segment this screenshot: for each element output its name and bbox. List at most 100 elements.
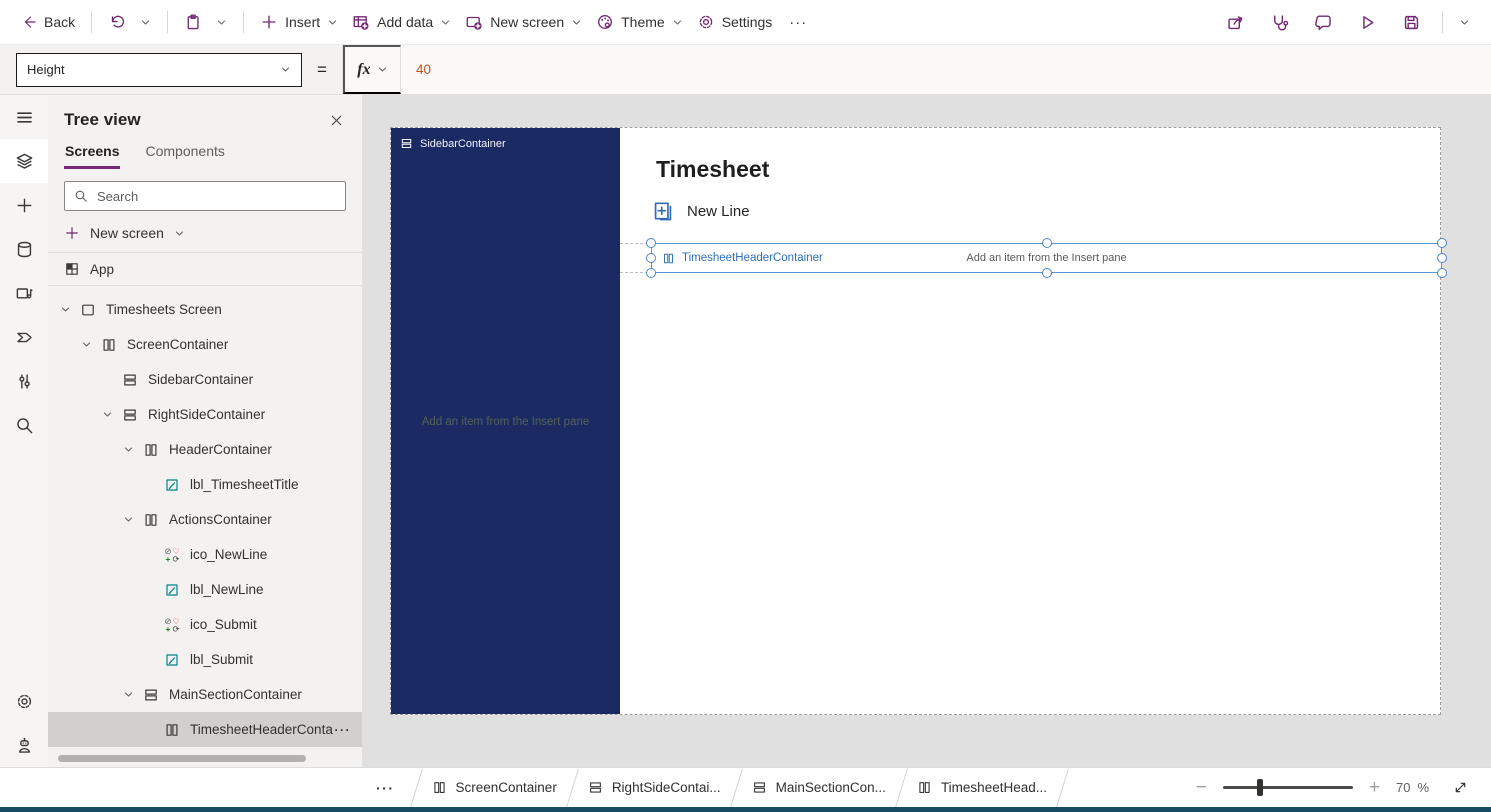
undo-button[interactable] — [101, 9, 133, 35]
tree-item-MainSectionContainer[interactable]: MainSectionContainer — [48, 677, 362, 712]
insert-button[interactable]: Insert — [253, 9, 345, 35]
chevron-down-icon[interactable] — [60, 303, 78, 317]
save-menu-button[interactable] — [1452, 13, 1477, 32]
tab-components[interactable]: Components — [144, 138, 225, 169]
chevron-down-icon — [144, 618, 162, 632]
bottom-edge-strip — [0, 807, 1491, 812]
preview-button[interactable] — [1345, 6, 1389, 38]
new-screen-button[interactable]: New screen — [458, 9, 589, 35]
fit-to-screen-button[interactable] — [1445, 773, 1475, 803]
tree-item-lbl_Submit[interactable]: lbl_Submit — [48, 642, 362, 677]
resize-handle[interactable] — [1042, 268, 1052, 278]
search-input[interactable] — [97, 189, 336, 204]
tree-item-RightSideContainer[interactable]: RightSideContainer — [48, 397, 362, 432]
resize-handle[interactable] — [1437, 268, 1447, 278]
app-screen[interactable]: SidebarContainer Add an item from the In… — [390, 127, 1441, 715]
more-options-icon[interactable]: ··· — [335, 723, 352, 737]
close-panel-button[interactable] — [329, 113, 344, 128]
tree-item-Timesheets Screen[interactable]: Timesheets Screen — [48, 292, 362, 327]
new-line-icon[interactable] — [652, 200, 674, 222]
chevron-down-icon — [144, 548, 162, 562]
breadcrumb-item-TimesheetHead[interactable]: TimesheetHead... — [917, 780, 1047, 795]
add-data-button[interactable]: Add data — [345, 9, 458, 35]
new-line-label[interactable]: New Line — [687, 203, 750, 220]
breadcrumb-item-MainSectionCon[interactable]: MainSectionCon... — [752, 780, 886, 795]
chevron-down-icon[interactable] — [123, 443, 141, 457]
tree-item-lbl_TimesheetTitle[interactable]: lbl_TimesheetTitle — [48, 467, 362, 502]
settings-button[interactable]: Settings — [690, 9, 780, 35]
selected-timesheet-header-container[interactable]: TimesheetHeaderContainer Add an item fro… — [651, 243, 1442, 273]
resize-handle[interactable] — [1437, 253, 1447, 263]
breadcrumb-overflow-button[interactable]: ··· — [370, 780, 401, 796]
comments-button[interactable] — [1301, 6, 1345, 38]
zoom-slider-thumb[interactable] — [1257, 779, 1263, 796]
resize-handle[interactable] — [646, 268, 656, 278]
back-button[interactable]: Back — [14, 10, 82, 34]
breadcrumb-item-RightSideContai[interactable]: RightSideContai... — [588, 780, 721, 795]
tab-screens[interactable]: Screens — [64, 138, 120, 169]
rail-menu-button[interactable] — [0, 95, 48, 139]
tree-item-app[interactable]: App — [48, 252, 362, 286]
rail-search-button[interactable] — [0, 403, 48, 447]
rail-advanced-tools-button[interactable] — [0, 359, 48, 403]
hamburger-icon — [15, 108, 34, 127]
rail-media-button[interactable] — [0, 271, 48, 315]
share-button[interactable] — [1213, 6, 1257, 38]
divider — [167, 11, 168, 33]
resize-handle[interactable] — [646, 253, 656, 263]
chevron-down-icon[interactable] — [102, 408, 120, 422]
rail-data-button[interactable] — [0, 227, 48, 271]
zoom-in-button[interactable]: + — [1369, 778, 1380, 797]
app-checker-button[interactable] — [1257, 6, 1301, 38]
stethoscope-icon — [1270, 13, 1289, 32]
zoom-slider[interactable] — [1223, 786, 1353, 789]
formula-input[interactable]: 40 — [401, 62, 446, 77]
horizontal-scrollbar[interactable] — [58, 755, 306, 762]
paste-button[interactable] — [177, 9, 209, 35]
resize-handle[interactable] — [646, 238, 656, 248]
plus-icon — [64, 225, 80, 241]
toolbar-right-group — [1213, 6, 1477, 38]
tree-item-label: MainSectionContainer — [169, 687, 302, 702]
resize-handle[interactable] — [1042, 238, 1052, 248]
toolbar-overflow-button[interactable]: ··· — [779, 14, 817, 31]
tree-item-lbl_NewLine[interactable]: lbl_NewLine — [48, 572, 362, 607]
left-rail — [0, 95, 48, 767]
breadcrumb-item-ScreenContainer[interactable]: ScreenContainer — [432, 780, 557, 795]
chevron-down-icon[interactable] — [81, 338, 99, 352]
rail-tree-view-button[interactable] — [0, 139, 48, 183]
tree-item-ActionsContainer[interactable]: ActionsContainer — [48, 502, 362, 537]
close-icon — [329, 113, 344, 128]
theme-button[interactable]: Theme — [589, 9, 690, 35]
zoom-out-button[interactable]: − — [1196, 778, 1207, 797]
rail-settings-button[interactable] — [0, 679, 48, 723]
rail-power-automate-button[interactable] — [0, 315, 48, 359]
chevron-down-icon[interactable] — [123, 688, 141, 702]
tree-new-screen-button[interactable]: New screen — [48, 219, 362, 252]
new-line-control[interactable]: New Line — [652, 200, 750, 222]
tree-item-ico_Submit[interactable]: ⊘♡+⟳ico_Submit — [48, 607, 362, 642]
save-button[interactable] — [1389, 6, 1433, 38]
timesheet-title-label[interactable]: Timesheet — [656, 156, 769, 183]
tree-item-TimesheetHeaderConta[interactable]: TimesheetHeaderConta··· — [48, 712, 362, 747]
chevron-down-icon[interactable] — [123, 513, 141, 527]
resize-handle[interactable] — [1437, 238, 1447, 248]
breadcrumb-separator — [895, 769, 908, 807]
tree-item-SidebarContainer[interactable]: SidebarContainer — [48, 362, 362, 397]
property-dropdown[interactable]: Height — [16, 53, 302, 87]
rail-virtual-agent-button[interactable] — [0, 723, 48, 767]
sidebar-container[interactable]: SidebarContainer Add an item from the In… — [391, 128, 620, 714]
comment-icon — [1314, 13, 1333, 32]
search-box[interactable] — [64, 181, 346, 211]
fx-dropdown[interactable]: fx — [343, 45, 401, 94]
label-icon — [164, 582, 180, 598]
tree-item-ScreenContainer[interactable]: ScreenContainer — [48, 327, 362, 362]
app-label: App — [90, 262, 114, 277]
tree-item-ico_NewLine[interactable]: ⊘♡+⟳ico_NewLine — [48, 537, 362, 572]
rail-insert-button[interactable] — [0, 183, 48, 227]
tree-item-HeaderContainer[interactable]: HeaderContainer — [48, 432, 362, 467]
undo-menu-button[interactable] — [133, 13, 158, 32]
paste-menu-button[interactable] — [209, 13, 234, 32]
tools-icon — [15, 372, 34, 391]
container-h-icon — [164, 722, 180, 738]
